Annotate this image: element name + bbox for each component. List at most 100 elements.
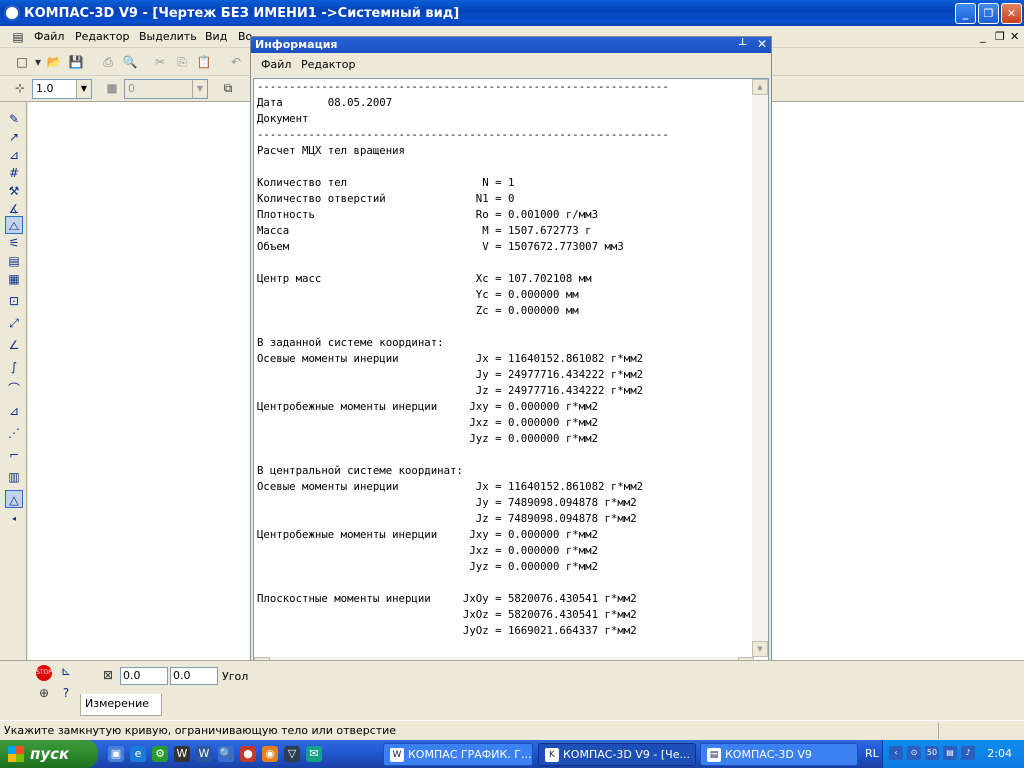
- geometry-icon[interactable]: ✎: [5, 110, 23, 128]
- pin-icon[interactable]: ⊥: [738, 37, 747, 48]
- scroll-up-icon[interactable]: ▲: [752, 79, 768, 95]
- scroll-down-icon[interactable]: ▼: [752, 641, 768, 657]
- paste-icon[interactable]: 📋: [196, 54, 212, 70]
- layer-combo[interactable]: 0 ▼: [124, 79, 208, 99]
- cut-icon[interactable]: ✂: [152, 54, 168, 70]
- mdi-restore-icon[interactable]: ❐: [995, 30, 1005, 43]
- help-icon[interactable]: ?: [58, 685, 74, 701]
- create-object-icon[interactable]: ⊕: [36, 685, 52, 701]
- report-line: Масса M = 1507.672773 г: [257, 224, 592, 237]
- document-icon[interactable]: ▤: [10, 29, 26, 45]
- report-line: ----------------------------------------…: [257, 80, 669, 93]
- close-button[interactable]: ✕: [1001, 3, 1022, 24]
- minimize-button[interactable]: _: [955, 3, 976, 24]
- scale-combo[interactable]: 1.0 ▼: [32, 79, 92, 99]
- undo-icon[interactable]: ↶: [228, 54, 244, 70]
- info-title-bar[interactable]: Информация ⊥ ✕: [251, 37, 771, 53]
- quicklaunch-desktop-icon[interactable]: ▣: [108, 746, 124, 762]
- tray-app-icon[interactable]: ⊙: [907, 746, 921, 760]
- revolution-mass-icon[interactable]: △: [5, 490, 23, 508]
- y-field[interactable]: 0.0: [170, 667, 218, 685]
- point-x-icon[interactable]: ⊠: [100, 667, 116, 683]
- status-message: Укажите замкнутую кривую, ограничивающую…: [4, 724, 397, 737]
- measure-icon[interactable]: ⧍: [5, 216, 23, 234]
- layers-icon[interactable]: ⧉: [220, 80, 236, 96]
- report-line: Количество отверстий N1 = 0: [257, 192, 515, 205]
- area-icon[interactable]: ⌒: [5, 380, 23, 398]
- snap-icon[interactable]: ⊹: [12, 80, 28, 96]
- task-kompas-drawing[interactable]: K КОМПАС-3D V9 - [Че...: [538, 743, 696, 766]
- window-title: КОМПАС-3D V9 - [Чертеж БЕЗ ИМЕНИ1 ->Сист…: [24, 5, 460, 21]
- tray-volume-icon[interactable]: ♪: [961, 746, 975, 760]
- chevron-down-icon[interactable]: ▼: [76, 80, 91, 98]
- info-menu-editor[interactable]: Редактор: [301, 58, 356, 71]
- mdi-close-icon[interactable]: ✕: [1010, 30, 1019, 43]
- menu-file[interactable]: Файл: [34, 30, 64, 43]
- rotation-icon[interactable]: ⌐: [5, 446, 23, 464]
- length-icon[interactable]: ⤢: [5, 314, 23, 332]
- print-icon[interactable]: ⎙: [100, 54, 116, 70]
- quicklaunch-opera-icon[interactable]: ◉: [262, 746, 278, 762]
- tab-measurement[interactable]: Измерение: [80, 694, 162, 716]
- distance-icon[interactable]: ⊡: [5, 292, 23, 310]
- quicklaunch-winamp-icon[interactable]: W: [174, 746, 190, 762]
- quicklaunch-app-icon[interactable]: ✉: [306, 746, 322, 762]
- quicklaunch-media-icon[interactable]: ●: [240, 746, 256, 762]
- quicklaunch-ie-icon[interactable]: e: [130, 746, 146, 762]
- report-line: Jz = 7489098.094878 г*мм2: [257, 512, 637, 525]
- new-dropdown-icon[interactable]: ▾: [30, 54, 46, 70]
- spec-icon[interactable]: ▦: [5, 270, 23, 288]
- auto-create-icon[interactable]: ⊾: [58, 663, 74, 679]
- preview-icon[interactable]: 🔍: [122, 54, 138, 70]
- edit-icon[interactable]: ⚒: [5, 182, 23, 200]
- save-icon[interactable]: 💾: [68, 54, 84, 70]
- title-bar[interactable]: КОМПАС-3D V9 - [Чертеж БЕЗ ИМЕНИ1 ->Сист…: [0, 0, 1024, 26]
- grid-icon[interactable]: #: [5, 164, 23, 182]
- tray-arrow-icon[interactable]: ‹: [889, 746, 903, 760]
- close-icon[interactable]: ✕: [757, 37, 767, 51]
- symbols-icon[interactable]: ⊿: [5, 146, 23, 164]
- open-icon[interactable]: 📂: [46, 54, 62, 70]
- kompas-icon: K: [545, 748, 559, 762]
- menu-editor[interactable]: Редактор: [75, 30, 130, 43]
- panel-scroll-icon[interactable]: ◂: [5, 510, 23, 528]
- copy-icon[interactable]: ⎘: [174, 54, 190, 70]
- language-indicator[interactable]: RL: [865, 747, 879, 760]
- curve-length-icon[interactable]: ∫: [5, 358, 23, 376]
- menu-view[interactable]: Вид: [205, 30, 227, 43]
- report-line: Расчет МЦХ тел вращения: [257, 144, 405, 157]
- plane-icon[interactable]: ⊿: [5, 402, 23, 420]
- mdi-minimize-icon[interactable]: _: [980, 30, 986, 43]
- tray-network-icon[interactable]: ▤: [943, 746, 957, 760]
- quicklaunch-search-icon[interactable]: 🔍: [218, 746, 234, 762]
- chevron-down-icon[interactable]: ▼: [192, 80, 207, 98]
- dimensions-icon[interactable]: ↗: [5, 128, 23, 146]
- restore-button[interactable]: ❐: [978, 3, 999, 24]
- angle-icon[interactable]: ∠: [5, 336, 23, 354]
- mass-icon[interactable]: ⋰: [5, 424, 23, 442]
- report-line: Jxz = 0.000000 г*мм2: [257, 416, 599, 429]
- start-button[interactable]: пуск: [0, 740, 98, 768]
- stop-icon[interactable]: STOP: [36, 665, 52, 681]
- extrusion-icon[interactable]: ▥: [5, 468, 23, 486]
- report-line: В заданной системе координат:: [257, 336, 444, 349]
- kompas-app-icon[interactable]: [4, 5, 20, 21]
- new-icon[interactable]: □: [14, 54, 30, 70]
- x-field[interactable]: 0.0: [120, 667, 168, 685]
- select-icon[interactable]: ⚟: [5, 234, 23, 252]
- layer-icon[interactable]: ■: [104, 80, 120, 96]
- task-kompas-graphic[interactable]: W КОМПАС ГРАФИК. Г...: [383, 743, 533, 766]
- report-line: Jy = 7489098.094878 г*мм2: [257, 496, 637, 509]
- quicklaunch-network-icon[interactable]: ⚙: [152, 746, 168, 762]
- quicklaunch-word-icon[interactable]: W: [196, 746, 212, 762]
- task-kompas-v9[interactable]: ▤ КОМПАС-3D V9: [700, 743, 858, 766]
- quicklaunch-tool-icon[interactable]: ▽: [284, 746, 300, 762]
- info-menu-file[interactable]: Файл: [261, 58, 291, 71]
- tray-counter-icon[interactable]: 50: [925, 746, 939, 760]
- report-line: Zc = 0.000000 мм: [257, 304, 579, 317]
- info-report-area[interactable]: ----------------------------------------…: [253, 78, 769, 674]
- associative-icon[interactable]: ▤: [5, 252, 23, 270]
- vertical-scrollbar[interactable]: ▲ ▼: [752, 79, 768, 657]
- menu-select[interactable]: Выделить: [139, 30, 197, 43]
- status-divider: [938, 723, 939, 739]
